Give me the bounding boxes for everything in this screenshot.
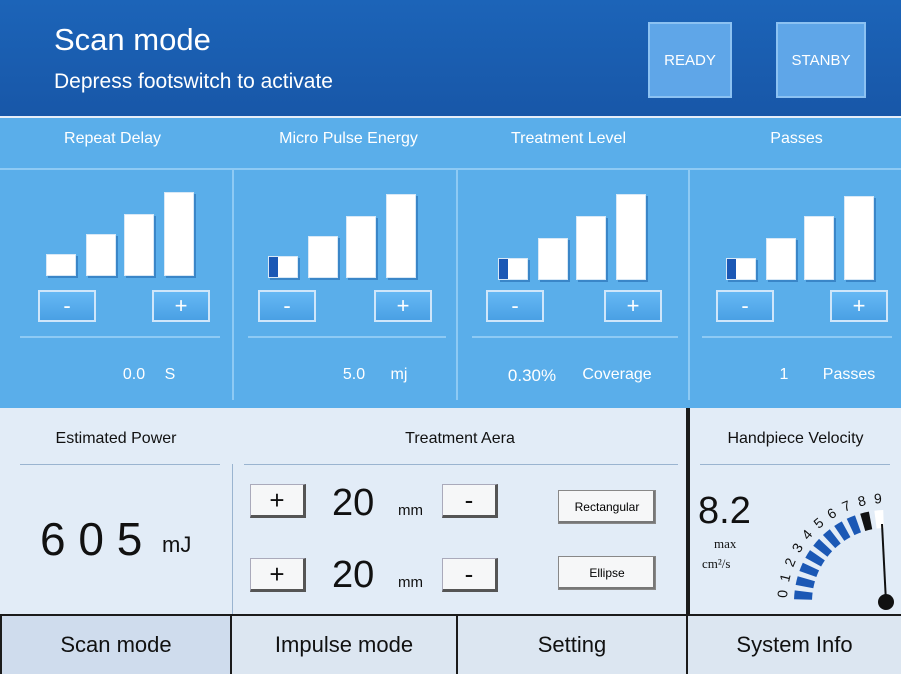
divider <box>20 464 220 465</box>
treatment-summary-panel: Estimated Power Treatment Aera Handpiece… <box>0 408 901 614</box>
passes-decrease-button[interactable]: - <box>716 290 774 322</box>
handpiece-velocity-label: Handpiece Velocity <box>727 430 864 447</box>
tab-scan-mode[interactable]: Scan mode <box>0 614 232 674</box>
mode-tab-bar: Scan mode Impulse mode Setting System In… <box>0 614 901 674</box>
divider <box>0 168 901 170</box>
gauge-segment <box>846 515 862 536</box>
area-height-value: 20 <box>332 554 375 596</box>
divider <box>688 168 690 400</box>
tab-system-info[interactable]: System Info <box>688 614 901 674</box>
gauge-scale-label: 7 <box>840 497 854 515</box>
micro-pulse-energy-value: 5.0 <box>342 366 366 383</box>
gauge-segment <box>795 576 815 589</box>
repeat-delay-decrease-button[interactable]: - <box>38 290 96 322</box>
level-indicator <box>499 259 508 279</box>
velocity-gauge: 0 1 23456 7 8 9 <box>774 490 894 610</box>
level-bar-2 <box>766 238 796 280</box>
divider <box>244 464 678 465</box>
gauge-scale-label: 6 <box>824 504 839 522</box>
gauge-scale-label: 2 <box>781 555 799 569</box>
level-bar-3 <box>124 214 154 276</box>
level-bar-4 <box>164 192 194 276</box>
gauge-scale-label: 9 <box>873 490 882 507</box>
repeat-delay-value: 0.0 <box>122 366 146 383</box>
gauge-segment <box>799 562 820 578</box>
estimated-power-unit: mJ <box>162 532 192 557</box>
gauge-scale-label: 3 <box>788 540 806 555</box>
tab-setting[interactable]: Setting <box>458 614 688 674</box>
area-height-unit: mm <box>398 574 423 591</box>
mode-title: Scan mode <box>54 22 211 57</box>
header-bar: Scan mode Depress footswitch to activate… <box>0 0 901 118</box>
level-bar-2 <box>86 234 116 276</box>
level-bar-3 <box>576 216 606 280</box>
treatment-level-increase-button[interactable]: + <box>604 290 662 322</box>
repeat-delay-label: Repeat Delay <box>64 130 161 147</box>
divider <box>472 336 678 338</box>
level-bar-3 <box>346 216 376 278</box>
divider <box>702 336 892 338</box>
gauge-needle <box>881 523 887 603</box>
gauge-scale-label: 4 <box>798 526 815 542</box>
micro-pulse-energy-unit: mj <box>390 366 408 383</box>
gauge-segment <box>794 590 813 600</box>
level-indicator <box>269 257 278 277</box>
level-bar-1 <box>268 256 298 278</box>
ellipse-shape-button[interactable]: Ellipse <box>558 556 656 590</box>
area-width-increase-button[interactable]: + <box>250 484 306 518</box>
gauge-scale-label: 5 <box>810 514 826 531</box>
estimated-power-label: Estimated Power <box>55 430 177 447</box>
rectangular-shape-button[interactable]: Rectangular <box>558 490 656 524</box>
micro-pulse-energy-increase-button[interactable]: + <box>374 290 432 322</box>
parameter-controls: Repeat Delay Micro Pulse Energy Treatmen… <box>0 118 901 408</box>
passes-unit: Passes <box>822 366 876 383</box>
level-bar-1 <box>46 254 76 276</box>
level-bar-2 <box>538 238 568 280</box>
treatment-level-value: 0.30% <box>507 366 557 385</box>
gauge-segment <box>860 511 873 531</box>
divider <box>700 464 890 465</box>
mode-instruction: Depress footswitch to activate <box>54 70 333 93</box>
repeat-delay-increase-button[interactable]: + <box>152 290 210 322</box>
level-bar-2 <box>308 236 338 278</box>
level-bar-1 <box>726 258 756 280</box>
passes-value: 1 <box>779 366 789 383</box>
divider <box>232 168 234 400</box>
treatment-level-unit: Coverage <box>582 366 652 383</box>
area-width-unit: mm <box>398 502 423 519</box>
level-bar-4 <box>616 194 646 280</box>
level-indicator <box>727 259 736 279</box>
passes-increase-button[interactable]: + <box>830 290 888 322</box>
divider <box>232 464 233 614</box>
area-height-decrease-button[interactable]: - <box>442 558 498 592</box>
gauge-scale-label: 0 <box>774 589 791 598</box>
standby-button[interactable]: STANBY <box>776 22 866 98</box>
micro-pulse-energy-label: Micro Pulse Energy <box>279 130 418 147</box>
estimated-power-value: 6 0 5 <box>40 513 143 565</box>
repeat-delay-unit: S <box>164 366 176 383</box>
divider <box>20 336 220 338</box>
gauge-scale-label: 8 <box>856 492 868 509</box>
area-height-increase-button[interactable]: + <box>250 558 306 592</box>
gauge-scale-label: 1 <box>776 572 793 584</box>
level-bar-4 <box>386 194 416 278</box>
gauge-segment <box>834 521 851 541</box>
gauge-needle-hub <box>878 594 894 610</box>
level-bar-1 <box>498 258 528 280</box>
tab-impulse-mode[interactable]: Impulse mode <box>232 614 458 674</box>
gauge-segment <box>805 550 825 567</box>
ready-button[interactable]: READY <box>648 22 732 98</box>
micro-pulse-energy-decrease-button[interactable]: - <box>258 290 316 322</box>
divider <box>248 336 446 338</box>
level-bar-3 <box>804 216 834 280</box>
area-width-decrease-button[interactable]: - <box>442 484 498 518</box>
area-width-value: 20 <box>332 482 375 524</box>
treatment-level-label: Treatment Level <box>510 130 626 147</box>
level-bar-4 <box>844 196 874 280</box>
treatment-area-label: Treatment Aera <box>405 430 515 447</box>
divider <box>456 168 458 400</box>
passes-label: Passes <box>770 130 823 147</box>
treatment-level-decrease-button[interactable]: - <box>486 290 544 322</box>
